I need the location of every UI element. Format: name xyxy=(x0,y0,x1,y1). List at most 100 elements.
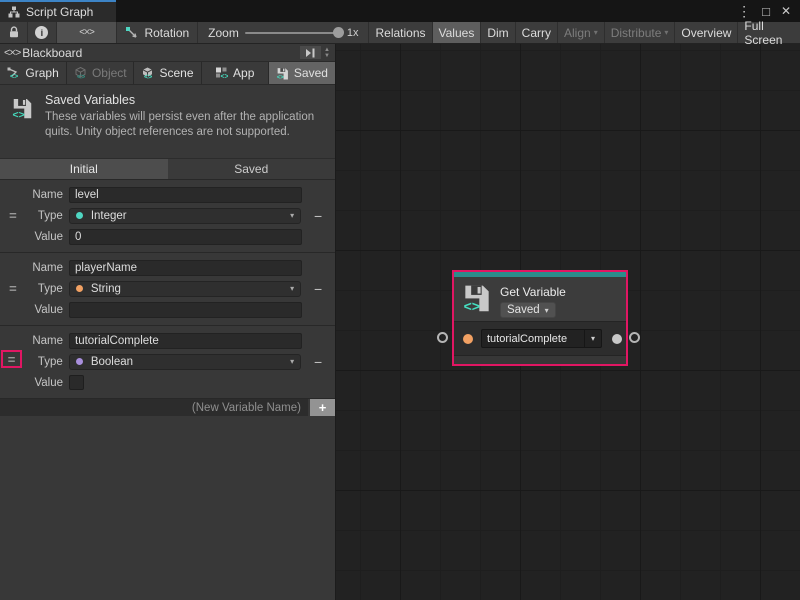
remove-variable-button[interactable]: − xyxy=(301,282,335,296)
type-color-dot xyxy=(76,285,83,292)
name-label: Name xyxy=(26,262,63,274)
node-input-port[interactable] xyxy=(437,332,448,343)
blackboard-panel: <×> Blackboard ▲ ▼ xyxy=(0,44,336,600)
tab-initial[interactable]: Initial xyxy=(0,159,168,179)
graph-variables-icon: <> xyxy=(7,67,20,79)
variable-scope-tabs: <> Graph <> Object <> Scene xyxy=(0,62,335,85)
value-label: Value xyxy=(26,231,63,243)
node-header[interactable]: <> Get Variable Saved ▾ xyxy=(454,277,626,321)
distribute-dropdown[interactable]: Distribute ▾ xyxy=(604,22,675,43)
tab-graph[interactable]: <> Graph xyxy=(0,62,67,84)
dock-button[interactable] xyxy=(300,46,321,59)
variable-name-input[interactable] xyxy=(69,333,302,349)
type-color-dot xyxy=(76,358,83,365)
zoom-slider-handle[interactable] xyxy=(333,27,344,38)
type-label: Type xyxy=(26,283,63,295)
saved-variables-icon: <> xyxy=(276,67,289,80)
variable-row: Name = Type Integer ▾ − Value xyxy=(0,179,335,252)
add-variable-button[interactable]: + xyxy=(308,399,335,416)
info-icon: i xyxy=(35,26,48,39)
close-icon[interactable]: ✕ xyxy=(781,5,791,17)
tab-app[interactable]: <> App xyxy=(202,62,269,84)
chevron-down-icon: ▾ xyxy=(594,28,598,37)
node-title: Get Variable xyxy=(500,285,566,299)
rotation-icon xyxy=(125,26,139,39)
type-color-dot xyxy=(76,212,83,219)
window-menu-icon[interactable]: ⋮ xyxy=(737,4,751,18)
svg-text:<>: <> xyxy=(144,74,152,79)
variable-scope-dropdown[interactable]: Saved ▾ xyxy=(500,302,556,318)
remove-variable-button[interactable]: − xyxy=(301,355,335,369)
values-button[interactable]: Values xyxy=(432,22,481,43)
panel-scroll-arrows[interactable]: ▲ ▼ xyxy=(324,47,331,59)
toolbar-right-group: Relations Values Dim Carry Align ▾ Distr… xyxy=(368,22,800,43)
variable-name-dropdown[interactable]: ▾ xyxy=(585,329,602,348)
variable-row: Name Type Boolean ▾ − Value xyxy=(0,325,335,398)
variable-type-dropdown[interactable]: String ▾ xyxy=(69,281,301,297)
inspect-button[interactable]: i xyxy=(28,22,56,43)
blackboard-title: Blackboard xyxy=(22,46,82,60)
output-port-dot[interactable] xyxy=(612,334,622,344)
new-variable-row: + xyxy=(0,398,335,416)
svg-text:<>: <> xyxy=(277,74,284,79)
value-label: Value xyxy=(26,304,63,316)
variable-value-input[interactable] xyxy=(69,229,302,245)
overview-button[interactable]: Overview xyxy=(674,22,737,43)
remove-variable-button[interactable]: − xyxy=(301,209,335,223)
tab-saved[interactable]: <> Saved xyxy=(269,62,335,84)
maximize-icon[interactable]: □ xyxy=(762,5,770,18)
rotation-button[interactable]: Rotation xyxy=(117,22,198,43)
zoom-slider[interactable] xyxy=(245,32,341,34)
svg-text:<>: <> xyxy=(464,298,480,314)
variable-type-dropdown[interactable]: Integer ▾ xyxy=(69,208,301,224)
drag-handle[interactable]: = xyxy=(0,282,26,295)
saved-floppy-icon: <> xyxy=(12,93,33,125)
full-screen-button[interactable]: Full Screen xyxy=(737,22,800,43)
tab-saved-values[interactable]: Saved xyxy=(168,159,336,179)
variable-name-input[interactable] xyxy=(69,187,302,203)
input-port-dot[interactable] xyxy=(463,334,473,344)
relations-button[interactable]: Relations xyxy=(368,22,431,43)
dim-button[interactable]: Dim xyxy=(480,22,514,43)
tab-scene[interactable]: <> Scene xyxy=(134,62,201,84)
rotation-label: Rotation xyxy=(144,26,189,40)
variable-type-dropdown[interactable]: Boolean ▾ xyxy=(69,354,301,370)
initial-saved-tabs: Initial Saved xyxy=(0,158,335,179)
variable-value-checkbox[interactable] xyxy=(69,375,84,390)
lock-button[interactable] xyxy=(0,22,28,43)
get-variable-node[interactable]: <> Get Variable Saved ▾ ▾ xyxy=(454,272,626,364)
node-output-port[interactable] xyxy=(629,332,640,343)
get-variable-node-highlight: <> Get Variable Saved ▾ ▾ xyxy=(452,270,628,366)
carry-button[interactable]: Carry xyxy=(515,22,557,43)
saved-floppy-icon: <> xyxy=(463,284,491,314)
drag-handle[interactable]: = xyxy=(8,353,16,366)
scene-variables-icon: <> xyxy=(141,67,154,79)
graph-canvas[interactable]: <> Get Variable Saved ▾ ▾ xyxy=(336,44,800,600)
title-bar: Script Graph ⋮ □ ✕ xyxy=(0,0,800,22)
new-variable-input[interactable] xyxy=(0,399,308,416)
code-icon: <×> xyxy=(79,27,94,38)
info-title: Saved Variables xyxy=(45,93,327,107)
tutorial-highlight-drag-handle: = xyxy=(1,350,22,368)
scroll-down-icon[interactable]: ▼ xyxy=(324,53,330,59)
chevron-down-icon: ▾ xyxy=(545,306,549,315)
svg-text:<>: <> xyxy=(12,109,24,121)
svg-text:<>: <> xyxy=(77,74,85,79)
variable-name-input[interactable] xyxy=(69,260,302,276)
drag-handle[interactable]: = xyxy=(0,209,26,222)
tab-object[interactable]: <> Object xyxy=(67,62,134,84)
tab-script-graph[interactable]: Script Graph xyxy=(0,0,116,22)
saved-variables-info: <> Saved Variables These variables will … xyxy=(0,85,335,158)
variable-value-input[interactable] xyxy=(69,302,302,318)
align-dropdown[interactable]: Align ▾ xyxy=(557,22,604,43)
blackboard-header: <×> Blackboard ▲ ▼ xyxy=(0,44,335,62)
chevron-down-icon: ▾ xyxy=(591,334,595,343)
node-port-row: ▾ xyxy=(454,321,626,355)
chevron-down-icon: ▾ xyxy=(290,211,294,220)
variable-name-field[interactable] xyxy=(481,329,585,348)
graph-toolbar: i <×> Rotation Zoom 1x Relations Values … xyxy=(0,22,800,44)
tab-title: Script Graph xyxy=(26,5,93,19)
type-label: Type xyxy=(26,210,63,222)
code-preview-toggle[interactable]: <×> xyxy=(57,22,118,43)
chevron-down-icon: ▾ xyxy=(290,357,294,366)
